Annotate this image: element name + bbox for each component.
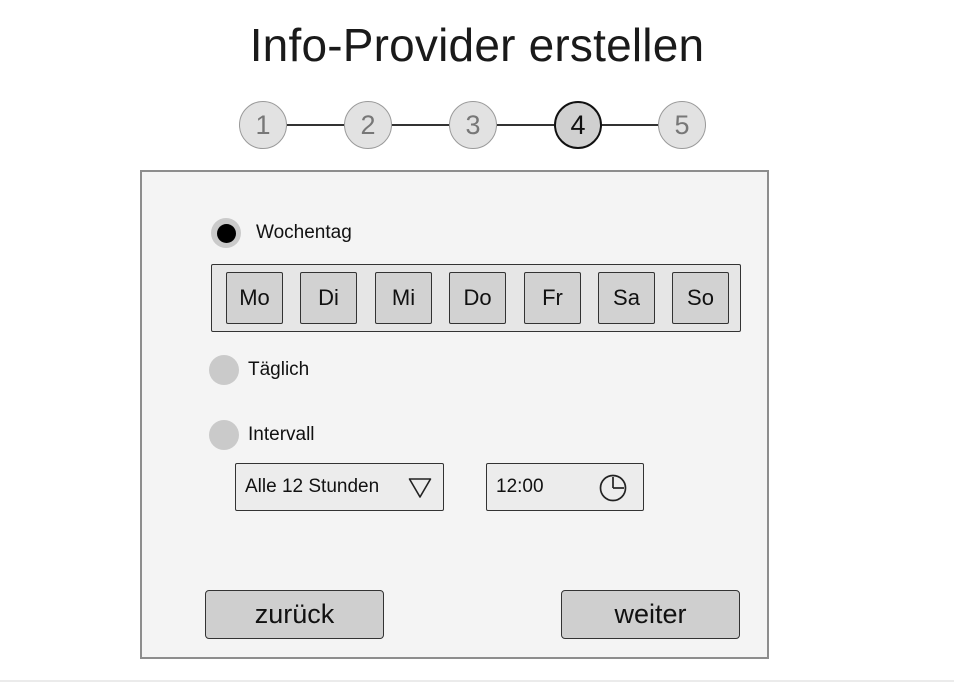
radio-option-interval[interactable]: Intervall bbox=[209, 420, 315, 450]
radio-label-weekday: Wochentag bbox=[256, 222, 352, 243]
day-button-fr[interactable]: Fr bbox=[524, 272, 581, 324]
radio-selected-dot bbox=[216, 223, 236, 243]
radio-label-interval: Intervall bbox=[248, 424, 315, 445]
day-button-di[interactable]: Di bbox=[300, 272, 357, 324]
radio-label-daily: Täglich bbox=[248, 359, 310, 380]
day-button-sa[interactable]: Sa bbox=[598, 272, 655, 324]
day-button-mi[interactable]: Mi bbox=[375, 272, 432, 324]
schedule-panel: Wochentag Mo Di Mi Do Fr Sa So Täglich I… bbox=[140, 170, 769, 659]
back-button[interactable]: zurück bbox=[205, 590, 384, 639]
step-3[interactable]: 3 bbox=[449, 101, 497, 149]
step-connector bbox=[287, 124, 344, 126]
step-4[interactable]: 4 bbox=[554, 101, 602, 149]
weekday-selector: Mo Di Mi Do Fr Sa So bbox=[211, 264, 741, 332]
day-button-do[interactable]: Do bbox=[449, 272, 506, 324]
step-connector bbox=[391, 124, 450, 126]
radio-option-daily[interactable]: Täglich bbox=[209, 355, 309, 385]
page: Info-Provider erstellen 1 2 3 4 5 Wochen… bbox=[0, 0, 954, 682]
radio-weekday[interactable] bbox=[211, 218, 241, 248]
step-connector bbox=[601, 124, 658, 126]
step-2[interactable]: 2 bbox=[344, 101, 392, 149]
radio-interval[interactable] bbox=[209, 420, 239, 450]
page-title: Info-Provider erstellen bbox=[249, 19, 705, 71]
radio-option-weekday[interactable]: Wochentag bbox=[211, 218, 352, 248]
interval-select-value: Alle 12 Stunden bbox=[245, 476, 380, 497]
stepper: 1 2 3 4 5 bbox=[0, 100, 954, 150]
step-1[interactable]: 1 bbox=[239, 101, 287, 149]
time-input-value: 12:00 bbox=[496, 476, 544, 497]
step-5[interactable]: 5 bbox=[658, 101, 706, 149]
radio-daily[interactable] bbox=[209, 355, 239, 385]
interval-select[interactable]: Alle 12 Stunden bbox=[235, 463, 444, 511]
step-connector bbox=[497, 124, 554, 126]
triangle-down-icon bbox=[408, 478, 432, 498]
day-button-mo[interactable]: Mo bbox=[226, 272, 283, 324]
clock-icon[interactable] bbox=[598, 473, 628, 503]
day-button-so[interactable]: So bbox=[672, 272, 729, 324]
time-input[interactable]: 12:00 bbox=[486, 463, 644, 511]
next-button[interactable]: weiter bbox=[561, 590, 740, 639]
